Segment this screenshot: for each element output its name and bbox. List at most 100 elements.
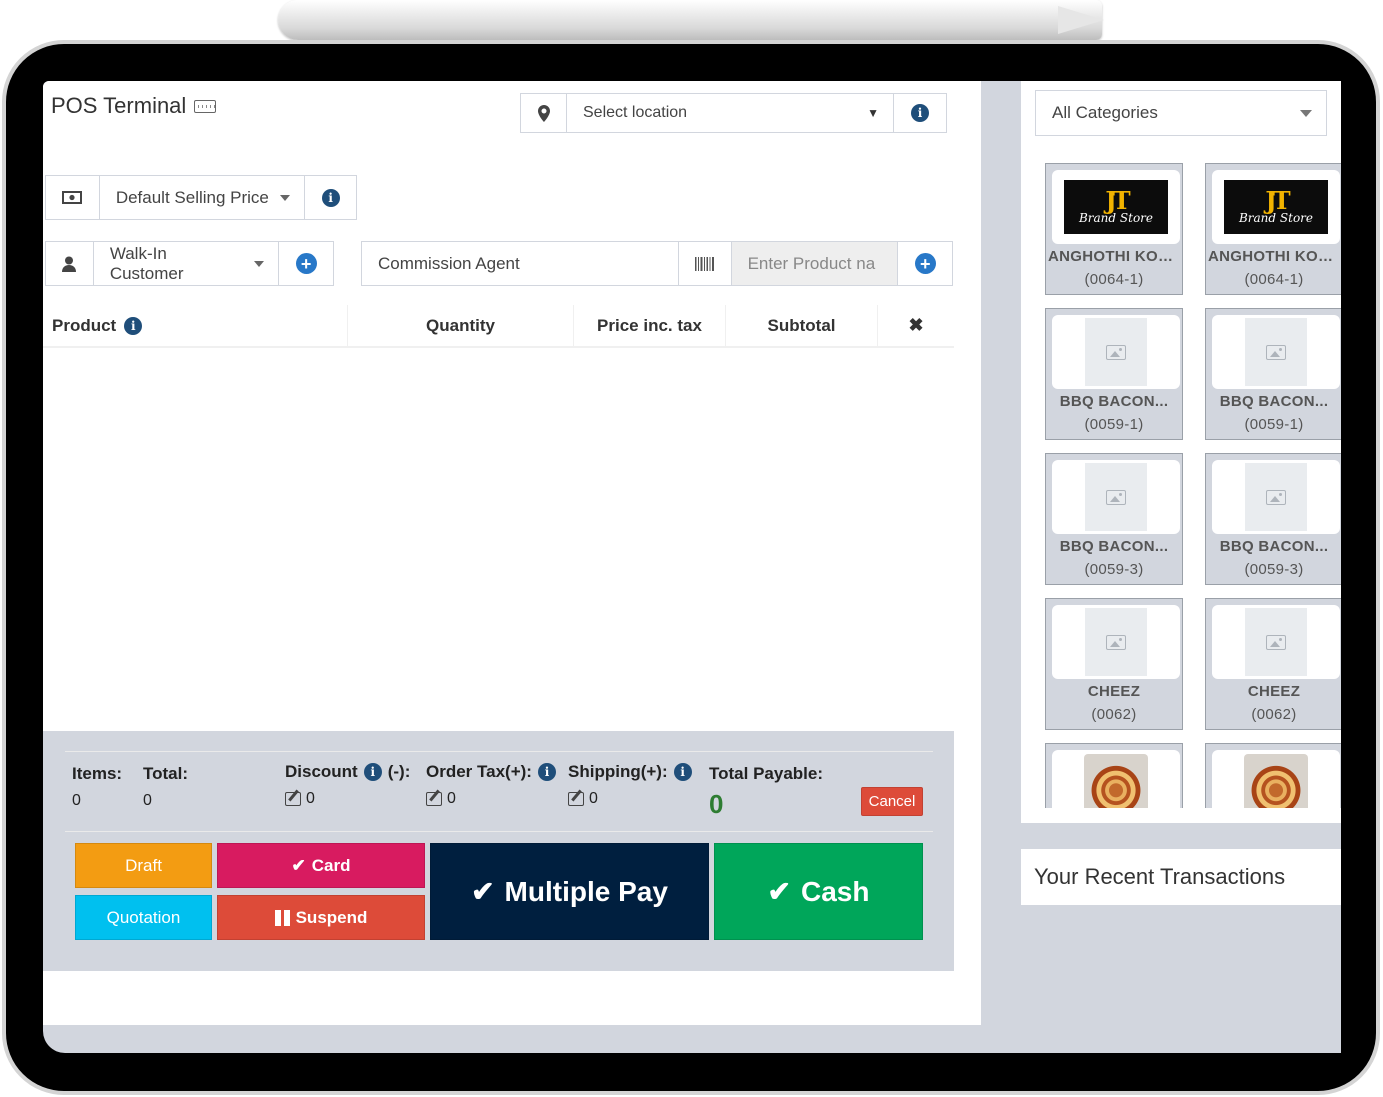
add-product-button[interactable]: + (897, 242, 952, 285)
quotation-button[interactable]: Quotation (75, 895, 212, 940)
cash-button-label: Cash (801, 875, 870, 907)
check-icon: ✔ (471, 876, 495, 907)
caret-down-icon (1300, 109, 1312, 117)
column-product-label: Product (52, 315, 117, 335)
total-label: Total: (143, 764, 189, 783)
money-icon (46, 176, 100, 219)
info-icon[interactable]: i (673, 763, 692, 781)
price-group-value: Default Selling Price (115, 187, 269, 207)
barcode-icon (679, 242, 732, 285)
product-card[interactable]: BBQ BACON... (0059-3) (1045, 453, 1183, 585)
product-image (1212, 605, 1340, 679)
remove-column-icon: ✖ (908, 315, 924, 335)
location-select[interactable]: Select location ▼ (567, 94, 893, 132)
brand-logo-text: Brand Store (1238, 210, 1314, 225)
draft-button[interactable]: Draft (75, 843, 212, 888)
product-sku: (0059-1) (1084, 416, 1144, 433)
price-group-select[interactable]: Default Selling Price (100, 176, 304, 219)
plus-circle-icon: + (914, 253, 936, 274)
user-icon (46, 242, 94, 285)
image-icon (1106, 489, 1126, 505)
product-card[interactable]: BBQ BACON... (0059-3) (1205, 453, 1341, 585)
card-button[interactable]: ✔ Card (217, 843, 425, 888)
product-sku: (0062) (1091, 706, 1137, 723)
order-tax-label-text: Order Tax(+): (426, 762, 532, 781)
page-title-text: POS Terminal (51, 93, 187, 118)
order-tax-value: 0 (447, 790, 456, 807)
product-card[interactable]: CHEEZ (0062) (1045, 598, 1183, 730)
order-tax-edit[interactable]: 0 (426, 790, 456, 808)
stylus-pencil (278, 0, 1102, 40)
pizza-photo (1084, 754, 1148, 808)
shipping-edit[interactable]: 0 (568, 790, 598, 808)
product-card[interactable] (1045, 743, 1183, 808)
caret-down-icon (280, 194, 291, 201)
product-search-input[interactable]: Enter Product na (731, 242, 898, 285)
image-icon (1266, 344, 1286, 360)
multiple-pay-label: Multiple Pay (504, 875, 668, 907)
total-payable-label: Total Payable: (709, 764, 823, 783)
brand-logo: JT Brand Store (1064, 180, 1168, 234)
product-search-group: Enter Product na + (678, 241, 953, 286)
multiple-pay-button[interactable]: ✔ Multiple Pay (430, 843, 709, 940)
chevron-down-icon: ▼ (867, 106, 879, 120)
brand-logo-initials: JT (1105, 185, 1130, 215)
product-card[interactable]: BBQ BACON... (0059-1) (1045, 308, 1183, 440)
product-sku: (0062) (1251, 706, 1297, 723)
discount-value: 0 (306, 790, 315, 807)
product-card[interactable] (1205, 743, 1341, 808)
image-placeholder (1245, 318, 1307, 386)
cash-button[interactable]: ✔ Cash (714, 843, 923, 940)
info-icon[interactable]: i (124, 316, 143, 335)
commission-agent-select[interactable]: Commission Agent (361, 241, 679, 286)
map-marker-icon (521, 94, 567, 132)
shipping-label: Shipping(+): i (568, 762, 692, 782)
product-table-header: Product i Quantity Price inc. tax Subtot… (43, 305, 954, 348)
brand-logo-text: Brand Store (1078, 210, 1154, 225)
product-sku: (0064-1) (1084, 271, 1144, 288)
stylus-tip (1058, 6, 1104, 34)
page-title: POS Terminal (51, 93, 217, 119)
info-icon[interactable]: i (363, 763, 382, 781)
suspend-button[interactable]: Suspend (217, 895, 425, 940)
recent-transactions-header[interactable]: Your Recent Transactions (1021, 849, 1341, 905)
column-product: Product i (43, 305, 348, 346)
product-grid: JT Brand Store ANGHOTHI KON... (0064-1) … (1045, 163, 1341, 808)
check-icon: ✔ (767, 876, 791, 907)
add-customer-button[interactable]: + (278, 242, 333, 285)
category-select-value: All Categories (1052, 103, 1158, 122)
plus-circle-icon: + (295, 253, 317, 274)
column-quantity: Quantity (348, 305, 574, 346)
image-placeholder (1245, 608, 1307, 676)
discount-edit[interactable]: 0 (285, 790, 315, 808)
product-image: JT Brand Store (1052, 170, 1180, 244)
image-icon (1106, 634, 1126, 650)
suspend-button-label: Suspend (295, 907, 368, 927)
location-info-button[interactable]: i (893, 94, 946, 132)
items-value: 0 (72, 792, 81, 809)
product-card[interactable]: JT Brand Store ANGHOTHI KON... (0064-1) (1045, 163, 1183, 295)
product-card[interactable]: JT Brand Store ANGHOTHI KON... (0064-1) (1205, 163, 1341, 295)
cancel-button[interactable]: Cancel (861, 787, 923, 816)
product-card[interactable]: CHEEZ (0062) (1205, 598, 1341, 730)
brand-logo-initials: JT (1265, 185, 1290, 215)
product-name: BBQ BACON... (1219, 538, 1329, 555)
customer-select[interactable]: Walk-In Customer (94, 242, 278, 285)
image-placeholder (1245, 463, 1307, 531)
image-placeholder (1085, 463, 1147, 531)
check-icon: ✔ (291, 855, 306, 875)
price-group-info-button[interactable]: i (304, 176, 356, 219)
edit-icon (568, 792, 584, 806)
info-icon[interactable]: i (537, 763, 556, 781)
location-select-group: Select location ▼ i (520, 93, 947, 133)
order-tax-label: Order Tax(+): i (426, 762, 556, 782)
pause-icon (274, 909, 290, 926)
card-button-label: Card (311, 855, 351, 875)
edit-icon (426, 792, 442, 806)
product-card[interactable]: BBQ BACON... (0059-1) (1205, 308, 1341, 440)
product-name: CHEEZ (1087, 683, 1141, 700)
items-label: Items: (72, 764, 123, 783)
keyboard-icon[interactable] (194, 99, 217, 113)
price-group-select-group: Default Selling Price i (45, 175, 357, 220)
category-select[interactable]: All Categories (1035, 90, 1327, 136)
